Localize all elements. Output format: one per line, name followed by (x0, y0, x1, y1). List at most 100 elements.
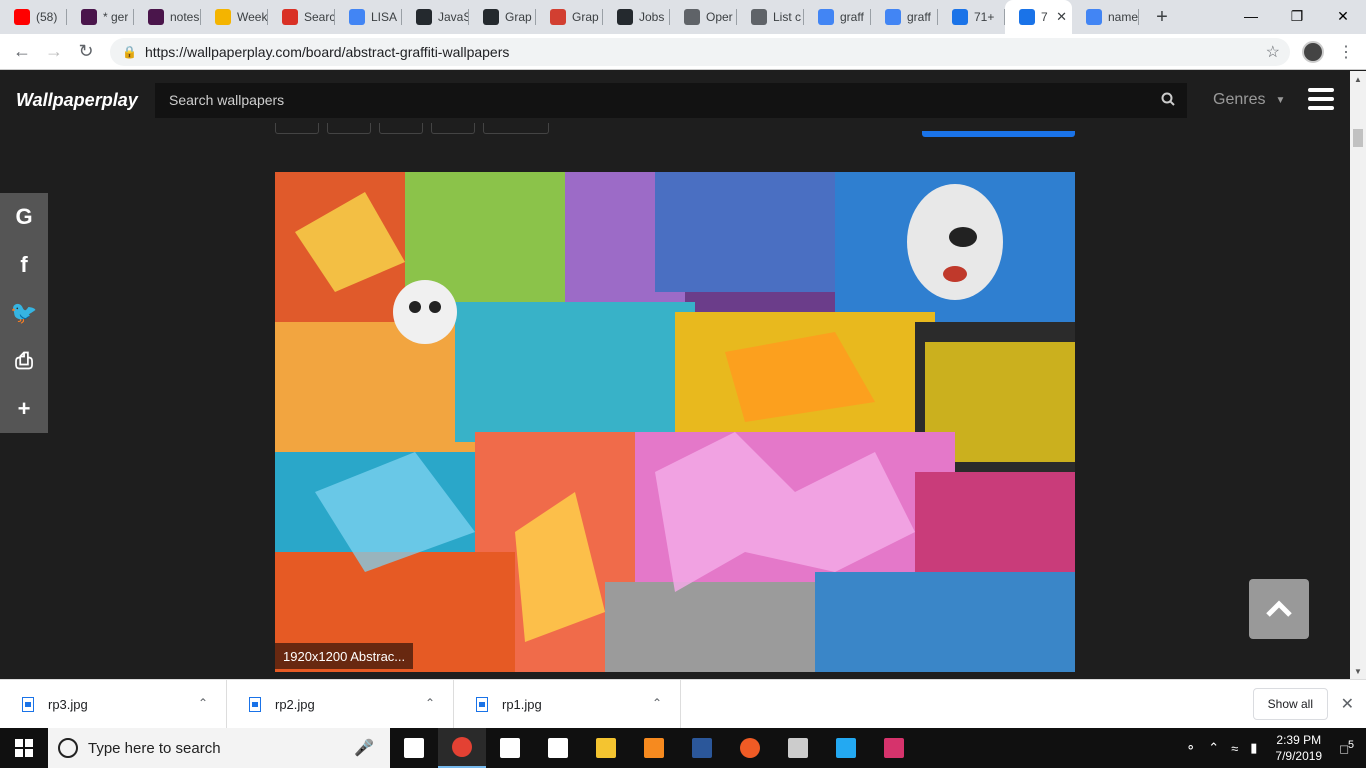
image-caption: 1920x1200 Abstrac... (275, 643, 414, 669)
ghost-button[interactable] (327, 123, 371, 134)
print-icon[interactable]: ⎙ (0, 337, 48, 385)
search-icon[interactable] (1161, 92, 1175, 106)
tab-title: (58) (36, 10, 58, 24)
people-icon[interactable]: ⚬ (1185, 740, 1196, 756)
browser-tab[interactable]: Searc (268, 0, 335, 34)
globe-icon (751, 9, 767, 25)
tab-title: LISA (371, 10, 398, 24)
mail-taskbar-button[interactable] (534, 728, 582, 768)
ghost-button[interactable] (275, 123, 319, 134)
tab-title: Grap (505, 10, 532, 24)
scrollbar-thumb[interactable] (1353, 129, 1363, 147)
browser-tab[interactable]: * ger (67, 0, 134, 34)
ghost-button[interactable] (431, 123, 475, 134)
scroll-up-arrow-icon[interactable]: ▲ (1354, 75, 1362, 84)
tab-title: 71+ (974, 10, 995, 24)
twitter-icon[interactable]: 🐦 (0, 289, 48, 337)
word-taskbar-button[interactable] (678, 728, 726, 768)
show-all-button[interactable]: Show all (1252, 688, 1328, 720)
site-header: Wallpaperplay Search wallpapers Genres ▼ (0, 71, 1350, 129)
browser-tab[interactable]: name (1072, 0, 1139, 34)
maximize-button[interactable]: ❐ (1274, 0, 1320, 32)
hamburger-menu-icon[interactable] (1308, 88, 1334, 110)
github-icon (416, 9, 432, 25)
browser-tab[interactable]: List c (737, 0, 804, 34)
browser-tab[interactable]: 71+ (938, 0, 1005, 34)
forward-button[interactable]: → (38, 36, 70, 68)
new-tab-button[interactable]: + (1147, 0, 1177, 34)
close-window-button[interactable]: ✕ (1320, 0, 1366, 32)
browser-tab[interactable]: Grap (536, 0, 603, 34)
vscode-icon (836, 738, 856, 758)
microphone-icon[interactable]: 🎤 (354, 738, 374, 758)
browser-tab[interactable]: Oper (670, 0, 737, 34)
pinterest-icon (483, 9, 499, 25)
youtube-icon (14, 9, 30, 25)
vertical-scrollbar[interactable]: ▲ ▼ (1350, 71, 1366, 679)
tab-title: graff (907, 10, 931, 24)
genres-dropdown[interactable]: Genres ▼ (1213, 91, 1285, 109)
minimize-button[interactable]: — (1228, 0, 1274, 32)
google-icon (885, 9, 901, 25)
wallpaper-image[interactable] (275, 172, 1075, 672)
taskbar-search-input[interactable]: Type here to search 🎤 (48, 728, 390, 768)
bookmark-star-icon[interactable]: ☆ (1266, 42, 1280, 62)
plus-icon[interactable]: + (0, 385, 48, 433)
bookmark-icon (550, 9, 566, 25)
tab-title: Week (237, 10, 268, 24)
explorer-taskbar-button[interactable] (582, 728, 630, 768)
battery-icon[interactable]: ▮ (1250, 740, 1257, 756)
profile-avatar[interactable] (1302, 40, 1324, 63)
terminal-taskbar-button[interactable] (774, 728, 822, 768)
ghost-button[interactable] (379, 123, 423, 134)
browser-tab[interactable]: notes (134, 0, 201, 34)
facebook-icon[interactable]: f (0, 241, 48, 289)
chevron-up-icon[interactable]: ⌃ (1208, 740, 1219, 756)
wifi-icon[interactable]: ≈ (1231, 741, 1238, 756)
ghost-button[interactable] (483, 123, 549, 134)
browser-tab[interactable]: graff (804, 0, 871, 34)
sublime-taskbar-button[interactable] (630, 728, 678, 768)
download-item[interactable]: rp1.jpg ⌃ (454, 679, 681, 729)
menu-kebab-icon[interactable]: ⋮ (1338, 42, 1354, 62)
windows-logo-icon (15, 739, 33, 757)
download-item[interactable]: rp2.jpg ⌃ (227, 679, 454, 729)
chrome-icon (452, 737, 472, 757)
vscode-taskbar-button[interactable] (822, 728, 870, 768)
reload-button[interactable]: ↻ (70, 36, 102, 68)
search-input[interactable]: Search wallpapers (155, 82, 1187, 118)
site-logo[interactable]: Wallpaperplay (16, 90, 155, 111)
chevron-up-icon[interactable]: ⌃ (425, 696, 435, 710)
browser-tab[interactable]: graff (871, 0, 938, 34)
download-item[interactable]: rp3.jpg ⌃ (0, 679, 227, 729)
chevron-up-icon[interactable]: ⌃ (652, 696, 662, 710)
clock-time: 2:39 PM (1276, 733, 1322, 747)
google-icon (1086, 9, 1102, 25)
browser-tab[interactable]: 7 ✕ (1005, 0, 1072, 34)
browser-tab[interactable]: (58) (0, 0, 67, 34)
tab-title: JavaS (438, 10, 469, 24)
start-button[interactable] (0, 728, 48, 768)
google-icon[interactable]: G (0, 193, 48, 241)
clock[interactable]: 2:39 PM 7/9/2019 (1275, 732, 1322, 764)
scroll-down-arrow-icon[interactable]: ▼ (1354, 667, 1362, 676)
task-view-taskbar-button[interactable] (390, 728, 438, 768)
close-tab-icon[interactable]: ✕ (1056, 9, 1067, 25)
browser-tab[interactable]: Grap (469, 0, 536, 34)
download-button[interactable] (922, 131, 1075, 137)
browser-tab[interactable]: LISA (335, 0, 402, 34)
notifications-icon[interactable]: □5 (1340, 739, 1354, 756)
chrome-taskbar-button[interactable] (438, 728, 486, 768)
browser-tab[interactable]: Week (201, 0, 268, 34)
back-button[interactable]: ← (6, 36, 38, 68)
browser-tab[interactable]: Jobs (603, 0, 670, 34)
window-controls: — ❐ ✕ (1228, 0, 1366, 32)
browser-tab[interactable]: JavaS (402, 0, 469, 34)
scroll-to-top-button[interactable] (1249, 579, 1309, 639)
indesign-taskbar-button[interactable] (870, 728, 918, 768)
close-icon[interactable]: ✕ (1341, 694, 1354, 714)
store-taskbar-button[interactable] (486, 728, 534, 768)
postman-taskbar-button[interactable] (726, 728, 774, 768)
chevron-up-icon[interactable]: ⌃ (198, 696, 208, 710)
address-bar[interactable]: 🔒 https://wallpaperplay.com/board/abstra… (110, 37, 1290, 66)
